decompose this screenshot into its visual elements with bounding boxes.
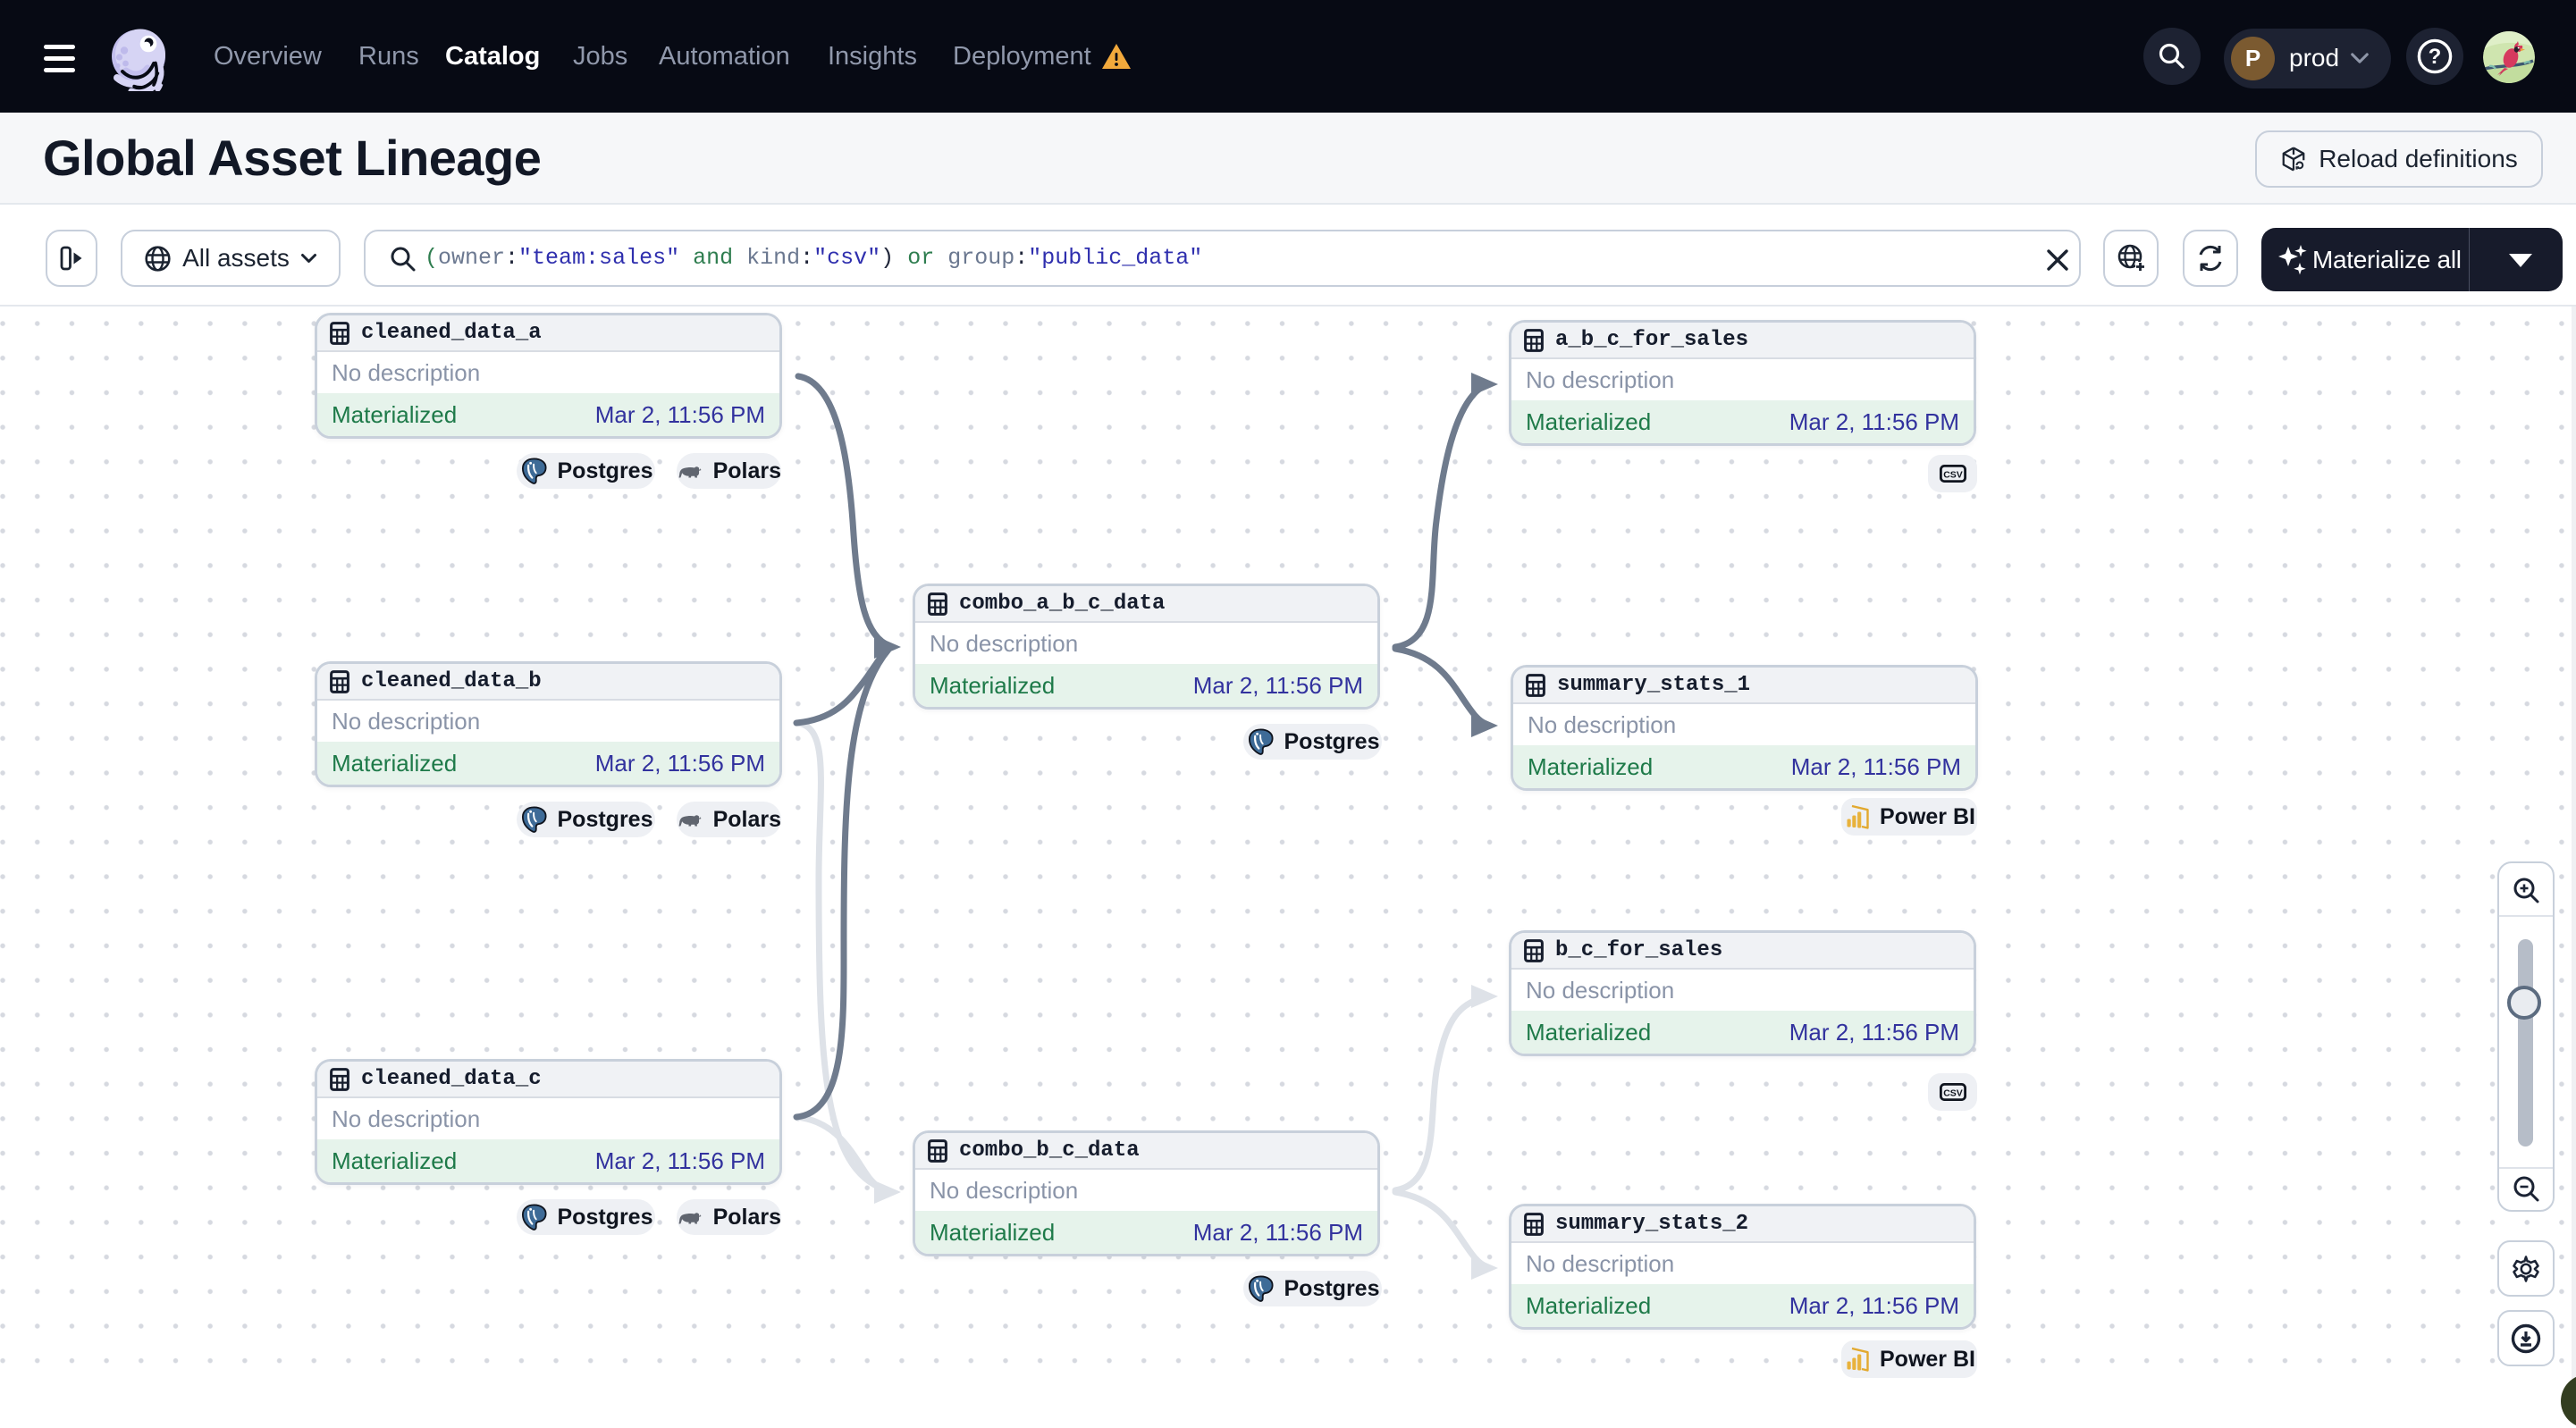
svg-text:?: ? (2429, 45, 2442, 69)
svg-text:CSV: CSV (1943, 470, 1963, 481)
svg-text:CSV: CSV (1943, 1088, 1963, 1099)
